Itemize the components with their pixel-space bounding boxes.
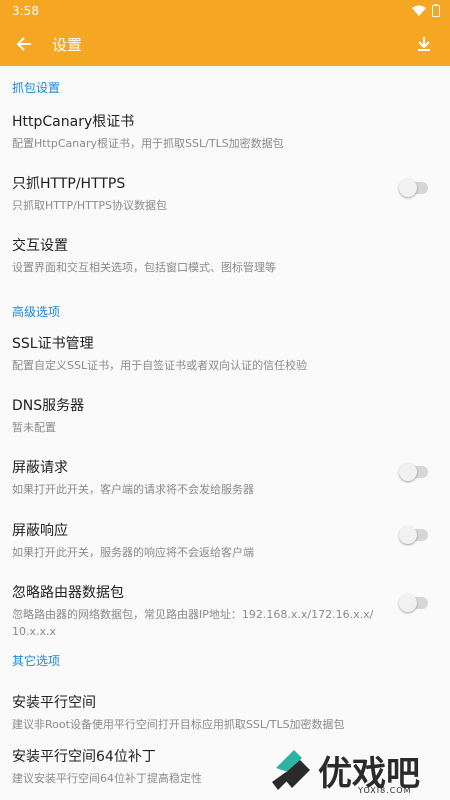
pref-summary: 配置自定义SSL证书，用于自签证书或者双向认证的信任校验	[12, 359, 308, 372]
status-icons	[412, 4, 440, 17]
pref-title: 屏蔽响应	[12, 523, 68, 539]
pref-title: 忽略路由器数据包	[12, 585, 124, 601]
pref-summary-line: 忽略路由器的网络数据包，常见路由器IP地址：192.168.x.x/172.16…	[12, 608, 374, 621]
block-request-switch[interactable]	[399, 463, 428, 481]
switch-thumb	[399, 179, 417, 197]
arrow-left-icon	[16, 37, 31, 51]
status-bar: 3:58	[0, 0, 450, 22]
settings-list: 抓包设置 HttpCanary根证书 配置HttpCanary根证书，用于抓取S…	[0, 66, 450, 800]
pref-title: HttpCanary根证书	[12, 114, 135, 130]
block-response-switch[interactable]	[399, 526, 428, 544]
pref-ssl-certificates[interactable]: SSL证书管理 配置自定义SSL证书，用于自签证书或者双向认证的信任校验	[0, 334, 450, 396]
pref-title: 只抓HTTP/HTTPS	[12, 176, 126, 192]
pref-title: 屏蔽请求	[12, 460, 68, 476]
section-header-other: 其它选项	[12, 654, 61, 668]
logo-icon	[272, 750, 310, 790]
switch-thumb	[399, 526, 417, 544]
ignore-router-switch[interactable]	[399, 594, 428, 612]
pref-summary: 如果打开此开关，服务器的响应将不会返给客户端	[12, 546, 254, 559]
download-icon	[418, 37, 430, 51]
pref-summary: 设置界面和交互相关选项，包括窗口模式、图标管理等	[12, 261, 276, 274]
pref-ignore-router-packets[interactable]: 忽略路由器数据包 忽略路由器的网络数据包，常见路由器IP地址：192.168.x…	[0, 583, 450, 645]
watermark-sub: YOXI8.COM	[358, 786, 412, 795]
pref-summary: 配置HttpCanary根证书，用于抓取SSL/TLS加密数据包	[12, 137, 284, 150]
switch-thumb	[399, 463, 417, 481]
pref-summary: 忽略路由器的网络数据包，常见路由器IP地址：192.168.x.x/172.16…	[12, 606, 390, 640]
section-header-capture: 抓包设置	[12, 81, 61, 95]
pref-summary: 只抓取HTTP/HTTPS协议数据包	[12, 199, 167, 212]
pref-block-response[interactable]: 屏蔽响应 如果打开此开关，服务器的响应将不会返给客户端	[0, 521, 450, 583]
pref-block-request[interactable]: 屏蔽请求 如果打开此开关，客户端的请求将不会发给服务器	[0, 458, 450, 521]
section-header-advanced: 高级选项	[12, 305, 61, 319]
pref-install-parallel-space[interactable]: 安装平行空间 建议非Root设备使用平行空间打开目标应用抓取SSL/TLS加密数…	[0, 693, 450, 747]
pref-summary: 建议非Root设备使用平行空间打开目标应用抓取SSL/TLS加密数据包	[12, 718, 345, 731]
page-title: 设置	[52, 36, 83, 54]
pref-title: SSL证书管理	[12, 336, 94, 352]
switch-thumb	[399, 594, 417, 612]
pref-dns-server[interactable]: DNS服务器 暂未配置	[0, 396, 450, 458]
pref-title: 交互设置	[12, 238, 68, 254]
wifi-icon	[412, 5, 426, 16]
pref-summary-line: 10.x.x.x	[12, 625, 57, 638]
http-only-switch[interactable]	[399, 179, 428, 197]
pref-summary: 暂未配置	[12, 421, 56, 434]
battery-icon	[432, 4, 440, 17]
pref-title: DNS服务器	[12, 398, 85, 414]
pref-title: 安装平行空间	[12, 695, 96, 711]
status-time: 3:58	[12, 4, 39, 18]
pref-http-only[interactable]: 只抓HTTP/HTTPS 只抓取HTTP/HTTPS协议数据包	[0, 174, 450, 236]
pref-interaction-settings[interactable]: 交互设置 设置界面和交互相关选项，包括窗口模式、图标管理等	[0, 236, 450, 290]
watermark-logo: 优戏吧 YOXI8.COM	[266, 744, 446, 798]
download-button[interactable]	[410, 30, 438, 58]
back-button[interactable]	[10, 30, 38, 58]
app-bar: 设置	[0, 22, 450, 66]
pref-summary: 如果打开此开关，客户端的请求将不会发给服务器	[12, 483, 254, 496]
pref-root-certificate[interactable]: HttpCanary根证书 配置HttpCanary根证书，用于抓取SSL/TL…	[0, 112, 450, 174]
